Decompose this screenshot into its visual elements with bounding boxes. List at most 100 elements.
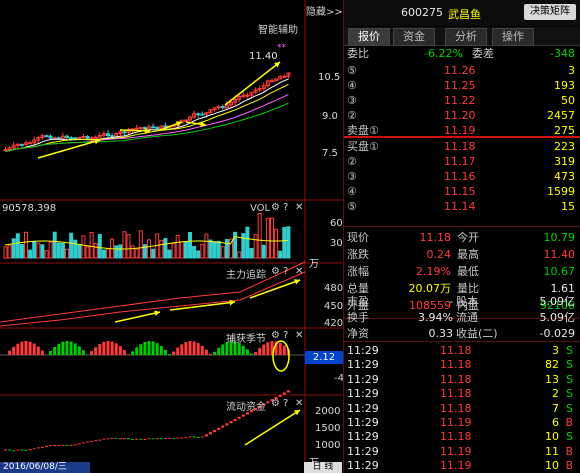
season-bar (258, 347, 262, 355)
chart-area[interactable]: ** 隐藏>> 智能辅助 11.40 10.5 9.0 7.5 90578.39… (0, 0, 344, 473)
flow-bar (151, 438, 155, 440)
stock-header: 600275 武昌鱼 决策矩阵 (344, 0, 580, 26)
divider (344, 226, 580, 227)
flow-bar (122, 438, 126, 440)
ask-price: 11.25 (444, 79, 476, 92)
season-bar (28, 341, 32, 355)
volume-bar (171, 243, 176, 259)
flow-bar (180, 437, 184, 439)
flow-bar (163, 438, 167, 440)
season-bar (40, 350, 44, 355)
bid-volume: 223 (554, 140, 575, 153)
bid-level: ③ (347, 170, 357, 183)
tick-price: 11.18 (440, 372, 472, 386)
panel4-scale-3: 1000 (315, 440, 341, 451)
vol-value: 90578.398 (2, 203, 57, 214)
flow-bar (135, 438, 139, 440)
price-scale-1: 10.5 (318, 72, 341, 83)
panel3-close-icon[interactable]: ✕ (295, 330, 303, 341)
panel3-help-icon[interactable]: ? (283, 330, 288, 341)
season-bar (69, 341, 73, 355)
panel2-close-icon[interactable]: ✕ (295, 266, 303, 277)
season-bar (155, 343, 159, 355)
tick-row: 11:29 11.18 82 S (344, 358, 580, 372)
volume-bar (126, 234, 131, 259)
tick-row: 11:29 11.18 7 S (344, 402, 580, 416)
candle-body (282, 75, 287, 78)
tick-side: B (565, 416, 573, 429)
tick-time: 11:29 (347, 444, 379, 458)
panel4-close-icon[interactable]: ✕ (295, 398, 303, 409)
tick-time: 11:29 (347, 387, 379, 401)
volume-bar (257, 213, 262, 259)
fund-row: 市盈 - 股本 5.09亿 (344, 294, 580, 310)
season-bar (221, 344, 225, 355)
order-ratio-value: -6.22% (424, 47, 463, 60)
signal-mark: ** (277, 43, 287, 53)
price-scale-2: 9.0 (322, 111, 338, 122)
panel2-help-icon[interactable]: ? (283, 266, 288, 277)
panel4-help-icon[interactable]: ? (283, 398, 288, 409)
collapse-button[interactable]: 隐藏>> (306, 3, 343, 18)
panel2-scale-2: 450 (324, 301, 344, 312)
tab-analysis[interactable]: 分析 (445, 28, 487, 46)
quote-row: 涨幅 2.19% 最低 10.67 (344, 263, 580, 280)
trend-arrow (224, 61, 281, 106)
price-scale-3: 7.5 (322, 148, 338, 159)
tab-quote[interactable]: 报价 (348, 28, 390, 46)
flow-bar (110, 437, 114, 439)
season-bar (278, 342, 282, 355)
candle-body (85, 135, 90, 139)
volume-bar (48, 241, 53, 259)
tab-operation[interactable]: 操作 (492, 28, 534, 46)
bid-row: ② 11.17 319 (344, 154, 580, 169)
candle-body (48, 135, 53, 139)
season-bar (61, 341, 65, 355)
volume-bar (122, 231, 127, 259)
volume-bar (196, 250, 201, 259)
fund-value: 5.09亿 (539, 311, 576, 324)
panel2-title: 主力追踪 (226, 270, 266, 281)
volume-bar (167, 249, 172, 259)
volume-bar (118, 244, 123, 259)
tick-row: 11:29 11.19 10 B (344, 459, 580, 473)
flow-bar (36, 447, 40, 449)
period-tab[interactable]: 日 线 (304, 462, 342, 473)
fund-label: 流通 (456, 311, 478, 324)
tab-capital[interactable]: 资金 (393, 28, 435, 46)
season-bar (114, 343, 118, 355)
vol-close-icon[interactable]: ✕ (295, 202, 303, 213)
volume-bar (278, 250, 283, 259)
flow-bar (16, 449, 20, 451)
volume-bar (44, 250, 49, 259)
season-bar (241, 345, 245, 355)
vol-unit: 万 (309, 259, 319, 270)
vol-help-icon[interactable]: ? (283, 202, 288, 213)
candle-body (155, 126, 160, 129)
date-label: 2016/06/08/三 (0, 462, 90, 473)
ask-price: 11.20 (444, 109, 476, 122)
decision-matrix-button[interactable]: 决策矩阵 (524, 4, 576, 20)
season-bar (184, 342, 188, 355)
vol-gear-icon[interactable]: ⚙ (271, 202, 280, 213)
candle-body (110, 135, 115, 138)
panel4-gear-icon[interactable]: ⚙ (271, 398, 280, 409)
season-bar (118, 346, 122, 355)
ask-bid-divider (344, 136, 580, 138)
kline-chart[interactable]: ** (0, 0, 343, 473)
candle-body (15, 143, 20, 146)
season-bar (209, 353, 212, 355)
bid-price: 11.17 (444, 155, 476, 168)
smart-assist-label[interactable]: 智能辅助 (258, 21, 298, 36)
flow-bar (32, 448, 36, 450)
trace-arrow (154, 310, 160, 316)
flow-bar (77, 443, 81, 445)
volume-bar (24, 231, 28, 259)
panel2-gear-icon[interactable]: ⚙ (271, 266, 280, 277)
candle-body (65, 135, 69, 139)
panel3-gear-icon[interactable]: ⚙ (271, 330, 280, 341)
tick-price: 11.18 (440, 344, 472, 357)
tick-volume: 11 (545, 444, 559, 458)
quote-value: 10.67 (543, 265, 576, 278)
volume-bar (36, 242, 41, 259)
